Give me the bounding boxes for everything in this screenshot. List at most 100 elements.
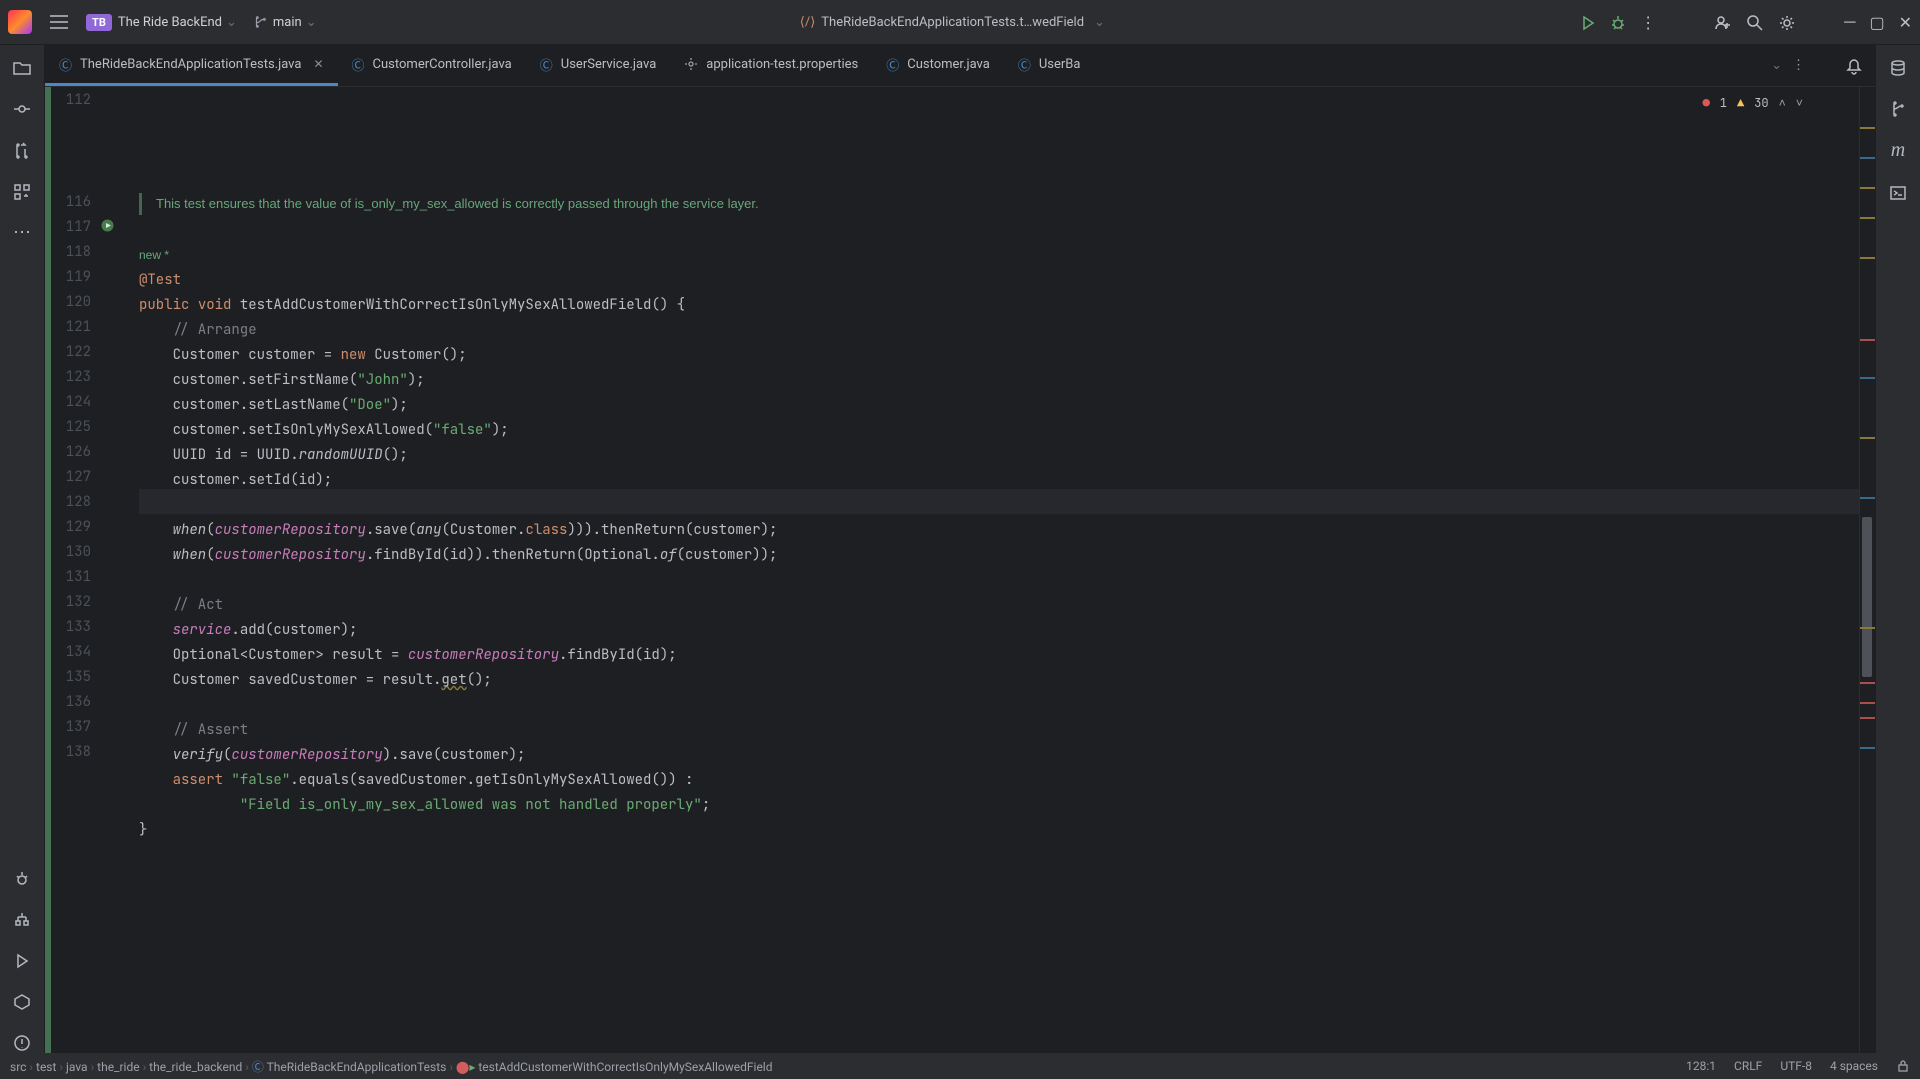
run-config-selector[interactable]: ⟨/⟩ TheRideBackEndApplicationTests.t…wed… (325, 15, 1581, 30)
code-line (139, 568, 1859, 593)
scrollbar-thumb[interactable] (1862, 517, 1872, 677)
hierarchy-tool-icon[interactable] (13, 909, 31, 930)
gradle-tool-icon[interactable] (1889, 98, 1907, 119)
code-line (139, 493, 1859, 518)
chevron-down-icon: ⌄ (1094, 15, 1105, 30)
code-line: customer.setLastName("Doe"); (139, 393, 1859, 418)
tab-label: Customer.java (907, 57, 990, 72)
code-line: "Field is_only_my_sex_allowed was not ha… (139, 793, 1859, 818)
java-icon: Ⓒ (59, 55, 72, 74)
gear-icon (684, 57, 698, 72)
line-separator[interactable]: CRLF (1734, 1059, 1762, 1073)
breadcrumb-segment[interactable]: the_ride (97, 1060, 139, 1074)
caret-position[interactable]: 128:1 (1686, 1059, 1716, 1073)
code-line: customer.setFirstName("John"); (139, 368, 1859, 393)
search-icon[interactable] (1746, 12, 1764, 32)
inspection-widget[interactable]: ● 1 ▲ 30 ˄ ˅ (1703, 91, 1803, 116)
chevron-down-icon: ⌄ (226, 15, 237, 30)
pull-requests-icon[interactable] (12, 139, 32, 160)
branch-name: main (273, 15, 302, 30)
tab-dropdown-chevron[interactable]: ⌄ (1771, 58, 1782, 73)
editor-area: ⒸTheRideBackEndApplicationTests.java✕ⒸCu… (45, 45, 1875, 1053)
notifications-icon[interactable] (1845, 56, 1863, 76)
warning-count: 30 (1754, 91, 1768, 116)
code-line (139, 166, 1859, 191)
maven-tool-icon[interactable]: m (1891, 139, 1905, 162)
error-stripe[interactable] (1859, 87, 1875, 1053)
minimize-window-button[interactable]: ─ (1844, 12, 1855, 32)
settings-icon[interactable] (1778, 12, 1796, 32)
code-line: // Act (139, 593, 1859, 618)
project-tool-icon[interactable] (12, 57, 32, 78)
build-tool-icon[interactable] (13, 991, 31, 1012)
breadcrumb-segment[interactable]: src (10, 1060, 26, 1074)
branch-selector[interactable]: main ⌄ (245, 15, 325, 30)
tab-userba[interactable]: ⒸUserBa (1004, 45, 1095, 86)
more-run-button[interactable]: ⋮ (1640, 13, 1656, 32)
run-tool-icon[interactable] (14, 950, 30, 971)
error-icon: ● (1703, 91, 1710, 116)
code-line: public void testAddCustomerWithCorrectIs… (139, 293, 1859, 318)
run-button[interactable] (1580, 13, 1596, 32)
readonly-lock-icon[interactable] (1896, 1059, 1910, 1074)
code-line: // Arrange (139, 318, 1859, 343)
code-line: verify(customerRepository).save(customer… (139, 743, 1859, 768)
problems-tool-icon[interactable] (13, 1032, 31, 1053)
code-line: @Test (139, 268, 1859, 293)
breadcrumb-class[interactable]: TheRideBackEndApplicationTests (267, 1060, 447, 1074)
run-gutter-icon[interactable] (101, 218, 114, 232)
tab-application-test-properties[interactable]: application-test.properties (670, 45, 872, 86)
tab-more-button[interactable]: ⋮ (1792, 58, 1805, 73)
code-line: Customer customer = new Customer(); (139, 343, 1859, 368)
project-selector[interactable]: TB The Ride BackEnd ⌄ (78, 14, 245, 31)
more-tools-icon[interactable]: ⋯ (13, 222, 31, 243)
breadcrumb-segment[interactable]: test (36, 1060, 56, 1074)
debug-tool-icon[interactable] (13, 868, 31, 889)
terminal-right-icon[interactable] (1889, 182, 1907, 203)
run-config-name: TheRideBackEndApplicationTests.t…wedFiel… (821, 15, 1084, 30)
code-line: Optional<Customer> result = customerRepo… (139, 643, 1859, 668)
tab-customer-java[interactable]: ⒸCustomer.java (872, 45, 1004, 86)
close-icon[interactable]: ✕ (313, 57, 323, 71)
project-badge: TB (86, 14, 112, 31)
prev-highlight-icon[interactable]: ˄ (1779, 91, 1786, 116)
titlebar: TB The Ride BackEnd ⌄ main ⌄ ⟨/⟩ TheRide… (0, 0, 1920, 45)
debug-button[interactable] (1610, 13, 1626, 32)
tab-label: CustomerController.java (373, 57, 512, 72)
test-icon: ⬤ (456, 1060, 469, 1074)
file-icon: ⟨/⟩ (800, 15, 816, 30)
code-line: UUID id = UUID.randomUUID(); (139, 443, 1859, 468)
project-name: The Ride BackEnd (118, 15, 222, 30)
code-line: when(customerRepository.findById(id)).th… (139, 543, 1859, 568)
java-icon: Ⓒ (540, 55, 553, 74)
breadcrumb-method[interactable]: testAddCustomerWithCorrectIsOnlyMySexAll… (478, 1060, 772, 1074)
code-with-me-icon[interactable] (1714, 12, 1732, 32)
indent-config[interactable]: 4 spaces (1830, 1059, 1878, 1073)
code-line (139, 693, 1859, 718)
code-line: when(customerRepository.save(any(Custome… (139, 518, 1859, 543)
code-line: customer.setIsOnlyMySexAllowed("false"); (139, 418, 1859, 443)
code-area[interactable]: ● 1 ▲ 30 ˄ ˅ This test ensures that the … (139, 87, 1859, 1053)
main-menu-button[interactable] (40, 9, 78, 36)
tab-theridebackendapplicationtests-java[interactable]: ⒸTheRideBackEndApplicationTests.java✕ (45, 45, 338, 86)
java-icon: Ⓒ (352, 55, 365, 74)
editor-body[interactable]: 1121161171181191201211221231241251261271… (45, 87, 1875, 1053)
commit-tool-icon[interactable] (12, 98, 32, 119)
warning-icon: ▲ (1737, 91, 1744, 116)
file-encoding[interactable]: UTF-8 (1780, 1059, 1812, 1073)
tab-userservice-java[interactable]: ⒸUserService.java (526, 45, 671, 86)
breadcrumb-segment[interactable]: the_ride_backend (149, 1060, 242, 1074)
breadcrumb-segment[interactable]: java (66, 1060, 88, 1074)
right-toolbar: m (1875, 45, 1920, 1053)
code-line: // Assert (139, 718, 1859, 743)
next-highlight-icon[interactable]: ˅ (1796, 91, 1803, 116)
statusbar: src › test › java › the_ride › the_ride_… (0, 1053, 1920, 1079)
tab-customercontroller-java[interactable]: Ⓒ CustomerController.java (338, 45, 526, 86)
close-window-button[interactable]: ✕ (1899, 13, 1912, 32)
database-tool-icon[interactable] (1889, 57, 1907, 78)
code-line: } (139, 818, 1859, 843)
structure-tool-icon[interactable] (12, 181, 32, 202)
chevron-down-icon: ⌄ (306, 15, 317, 30)
maximize-window-button[interactable]: ▢ (1869, 13, 1884, 32)
breadcrumb[interactable]: src › test › java › the_ride › the_ride_… (10, 1058, 773, 1075)
